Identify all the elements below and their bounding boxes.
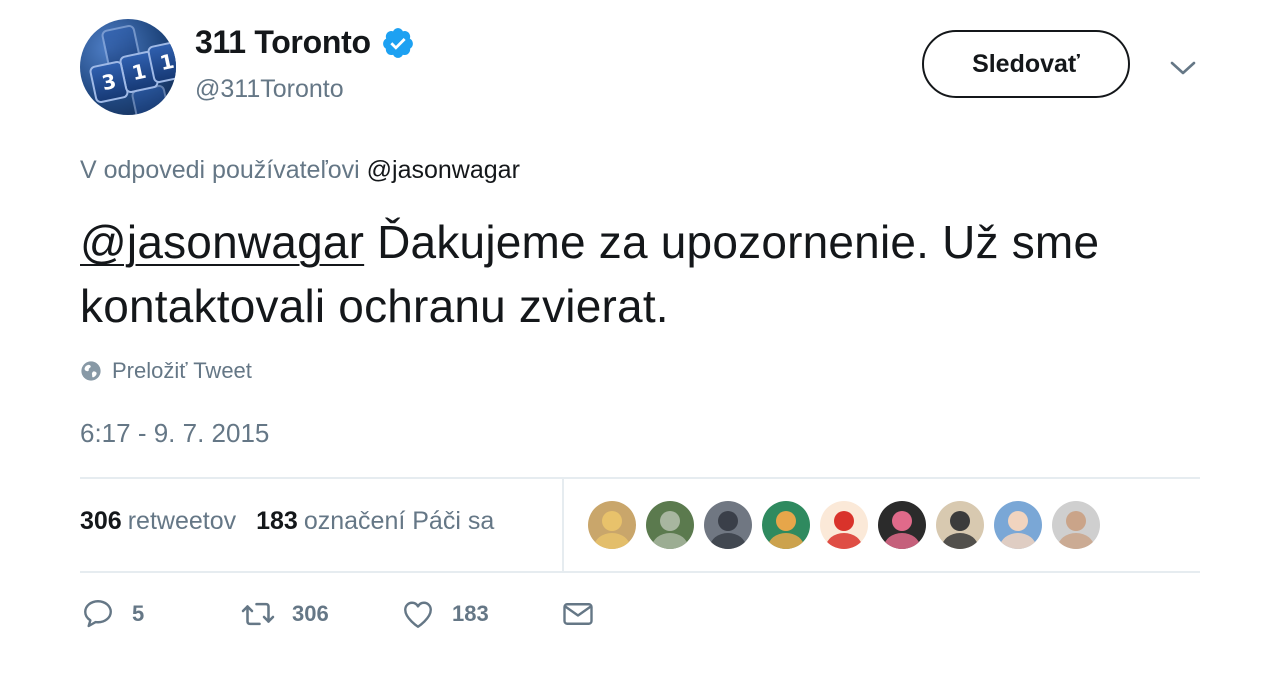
likes-count: 183 [256, 507, 298, 535]
retweets-count: 306 [80, 507, 122, 535]
like-button[interactable]: 183 [400, 596, 560, 632]
translate-label: Preložiť Tweet [112, 358, 252, 383]
likes-stat[interactable]: 183 označení Páči sa [256, 507, 494, 536]
liker-avatar[interactable] [762, 501, 810, 549]
liker-avatar[interactable] [588, 501, 636, 549]
heart-icon [404, 601, 432, 628]
tweet-text: @jasonwagar Ďakujeme za upozornenie. Už … [80, 210, 1190, 338]
translate-tweet-link[interactable]: Preložiť Tweet [80, 358, 252, 384]
tweet-stats: 306 retweetov 183 označení Páči sa [80, 507, 494, 536]
reply-icon [84, 600, 112, 628]
divider [80, 477, 1200, 479]
direct-message-button[interactable] [560, 596, 596, 632]
retweet-count: 306 [292, 601, 329, 626]
reply-context-prefix: V odpovedi používateľovi [80, 156, 360, 184]
verified-badge-icon [382, 27, 413, 58]
reply-context-mention[interactable]: @jasonwagar [367, 156, 520, 184]
liker-avatar[interactable] [646, 501, 694, 549]
follow-button[interactable]: Sledovať [922, 30, 1130, 98]
retweets-label: retweetov [127, 507, 237, 535]
tweet-timestamp[interactable]: 6:17 - 9. 7. 2015 [80, 418, 269, 449]
liker-avatar[interactable] [820, 501, 868, 549]
author-name-row[interactable]: 311 Toronto [195, 24, 415, 61]
like-count: 183 [452, 601, 489, 626]
chevron-down-icon[interactable] [1168, 56, 1198, 80]
liker-avatar[interactable] [936, 501, 984, 549]
avatar-key-decor [130, 83, 172, 115]
liker-avatar[interactable] [878, 501, 926, 549]
author-handle[interactable]: @311Toronto [195, 75, 344, 104]
reply-count: 5 [132, 601, 145, 626]
liker-avatar[interactable] [1052, 501, 1100, 549]
globe-icon [81, 361, 101, 381]
tweet-actions: 5 306 183 [80, 596, 596, 632]
author-avatar[interactable]: 3 1 1 [80, 19, 176, 115]
tweet-mention-link[interactable]: @jasonwagar [80, 216, 364, 268]
liker-avatar[interactable] [704, 501, 752, 549]
likes-label: označení Páči sa [303, 507, 495, 535]
retweet-button[interactable]: 306 [240, 596, 400, 632]
retweet-icon [241, 602, 275, 626]
divider [80, 571, 1200, 573]
reply-context: V odpovedi používateľovi @jasonwagar [80, 156, 520, 185]
liker-avatar[interactable] [994, 501, 1042, 549]
envelope-icon [563, 603, 593, 625]
reply-button[interactable]: 5 [80, 596, 240, 632]
stats-divider [562, 479, 564, 571]
retweets-stat[interactable]: 306 retweetov [80, 507, 236, 536]
author-name[interactable]: 311 Toronto [195, 24, 371, 61]
liker-avatars [588, 501, 1100, 549]
